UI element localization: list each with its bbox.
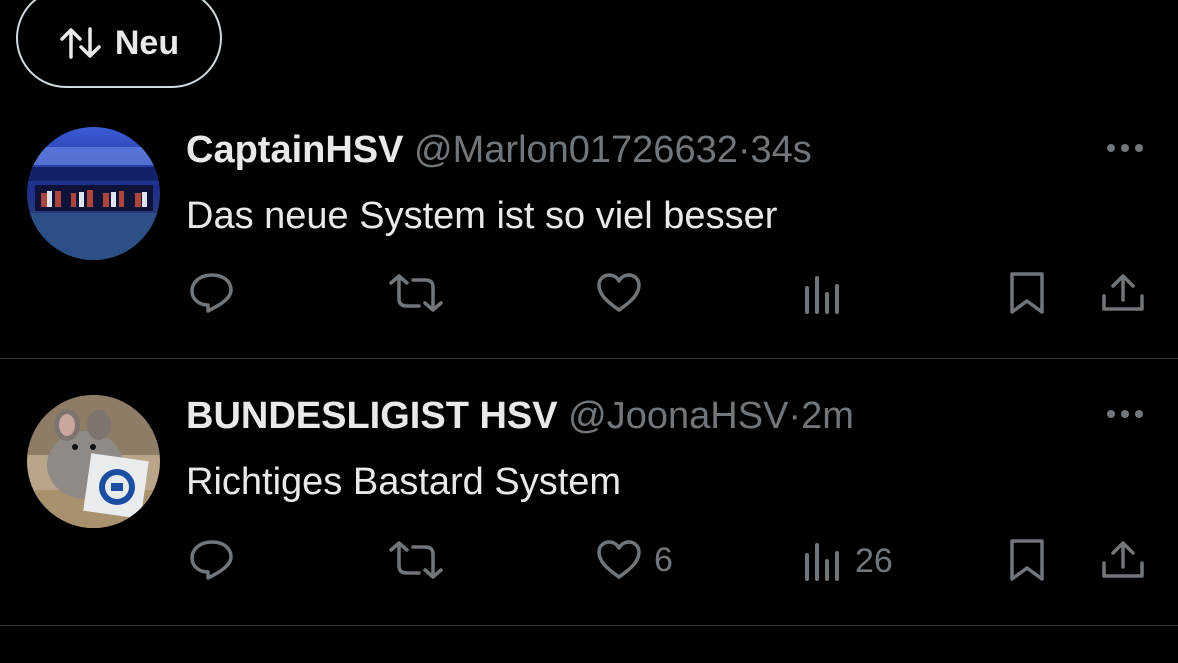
reply-button[interactable] — [188, 537, 236, 581]
heart-icon — [597, 540, 641, 579]
display-name[interactable]: BUNDESLIGIST HSV — [186, 395, 558, 437]
bookmark-icon — [1010, 272, 1044, 314]
share-button[interactable] — [1100, 539, 1146, 581]
more-options-icon[interactable] — [1104, 138, 1146, 158]
like-count: 6 — [654, 540, 673, 579]
views-chart-icon — [805, 543, 839, 581]
user-handle[interactable]: @JoonaHSV — [568, 395, 788, 437]
tweet-header: BUNDESLIGIST HSV @JoonaHSV·2m — [186, 394, 854, 438]
tweet-text: Das neue System ist so viel besser — [186, 195, 778, 237]
avatar[interactable] — [27, 127, 160, 260]
bookmark-icon — [1010, 539, 1044, 581]
repost-button[interactable] — [388, 273, 444, 313]
reply-button[interactable] — [188, 270, 236, 314]
user-handle[interactable]: @Marlon01726632 — [414, 129, 738, 171]
separator-dot: · — [737, 129, 751, 171]
like-button[interactable]: 6 — [596, 539, 673, 581]
display-name[interactable]: CaptainHSV — [186, 129, 403, 171]
share-icon — [1102, 274, 1144, 311]
avatar[interactable] — [27, 395, 160, 528]
share-icon — [1102, 541, 1144, 578]
chinchilla-hsv-photo — [27, 395, 160, 528]
tweet-header: CaptainHSV @Marlon01726632·34s — [186, 128, 812, 172]
stadium-team-photo — [27, 127, 160, 260]
tweet-text: Richtiges Bastard System — [186, 461, 622, 503]
views-chart-icon — [805, 276, 839, 314]
like-button[interactable] — [596, 272, 654, 314]
tweet[interactable]: CaptainHSV @Marlon01726632·34s Das neue … — [0, 0, 1178, 358]
bookmark-button[interactable] — [1008, 537, 1046, 583]
more-options-icon[interactable] — [1104, 404, 1146, 424]
repost-icon — [389, 541, 443, 579]
repost-button[interactable] — [388, 540, 444, 580]
share-button[interactable] — [1100, 272, 1146, 314]
reply-icon — [190, 540, 233, 580]
bookmark-button[interactable] — [1008, 270, 1046, 316]
views-button[interactable]: 26 — [803, 541, 893, 581]
timestamp[interactable]: 34s — [751, 129, 812, 171]
repost-icon — [389, 274, 443, 312]
tweet[interactable]: BUNDESLIGIST HSV @JoonaHSV·2m Richtiges … — [0, 359, 1178, 625]
reply-icon — [190, 273, 233, 313]
heart-icon — [597, 273, 641, 312]
views-button[interactable] — [803, 274, 855, 314]
view-count: 26 — [855, 541, 893, 580]
separator-dot: · — [788, 395, 802, 437]
divider — [0, 625, 1178, 626]
timestamp[interactable]: 2m — [801, 395, 854, 437]
